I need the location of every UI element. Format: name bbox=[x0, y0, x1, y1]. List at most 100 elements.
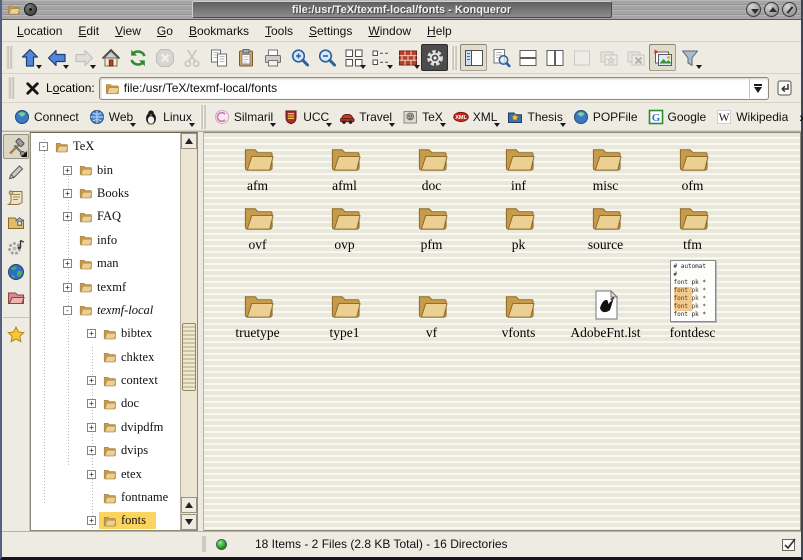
menu-bookmarks[interactable]: Bookmarks bbox=[182, 22, 256, 40]
menu-edit[interactable]: Edit bbox=[71, 22, 106, 40]
print-button[interactable] bbox=[259, 44, 286, 71]
bookmark-ucc[interactable]: UCC bbox=[278, 107, 334, 127]
file-item-doc[interactable]: doc bbox=[388, 137, 475, 196]
preview-images-button[interactable] bbox=[649, 44, 676, 71]
tree-expander-icon[interactable]: + bbox=[63, 166, 72, 175]
tree-expander-icon[interactable]: + bbox=[63, 259, 72, 268]
reload-button[interactable] bbox=[124, 44, 151, 71]
file-item-tfm[interactable]: tfm bbox=[649, 196, 736, 255]
bookmark-connect[interactable]: Connect bbox=[9, 107, 84, 127]
tree-item-doc[interactable]: +doc bbox=[31, 392, 180, 415]
zoom-in-button[interactable] bbox=[286, 44, 313, 71]
tree-item-chktex[interactable]: chktex bbox=[31, 346, 180, 369]
tree-item-tex[interactable]: -TeX bbox=[31, 135, 180, 158]
tree-item-bibtex[interactable]: +bibtex bbox=[31, 322, 180, 345]
location-dropdown-button[interactable] bbox=[749, 79, 766, 98]
file-item-misc[interactable]: misc bbox=[562, 137, 649, 196]
navigation-panel-button[interactable] bbox=[460, 44, 487, 71]
bookmark-xml[interactable]: XMLXML bbox=[448, 107, 503, 127]
tree-item-bin[interactable]: +bin bbox=[31, 158, 180, 181]
home-button[interactable] bbox=[97, 44, 124, 71]
menu-view[interactable]: View bbox=[108, 22, 148, 40]
tree-item-dvipdfm[interactable]: +dvipdfm bbox=[31, 416, 180, 439]
sidebar-tab-pencil[interactable] bbox=[3, 159, 29, 184]
find-file-button[interactable] bbox=[487, 44, 514, 71]
file-item-adobefnt.lst[interactable]: AdobeFnt.lst bbox=[562, 255, 649, 343]
tree-expander-icon[interactable]: + bbox=[87, 446, 96, 455]
tree-scrollbar[interactable] bbox=[180, 133, 197, 530]
file-item-vf[interactable]: vf bbox=[388, 255, 475, 343]
scroll-up-button-2[interactable] bbox=[181, 497, 197, 513]
scrollbar-thumb[interactable] bbox=[182, 323, 196, 391]
tree-expander-icon[interactable]: + bbox=[87, 329, 96, 338]
sidebar-tab-history-scroll[interactable] bbox=[3, 184, 29, 209]
sidebar-tab-home-folder[interactable] bbox=[3, 209, 29, 234]
statusbar-grip-icon[interactable] bbox=[781, 536, 797, 552]
tree-expander-icon[interactable]: + bbox=[63, 283, 72, 292]
file-item-ovp[interactable]: ovp bbox=[301, 196, 388, 255]
bookmark-thesis[interactable]: Thesis bbox=[502, 107, 567, 127]
sticky-pin-button[interactable] bbox=[24, 3, 37, 16]
minimize-button[interactable] bbox=[746, 2, 761, 17]
sidebar-tab-bookmarks-star[interactable] bbox=[3, 317, 29, 347]
bookmark-web[interactable]: Web bbox=[84, 107, 138, 127]
up-arrow-button[interactable] bbox=[16, 44, 43, 71]
scroll-up-button[interactable] bbox=[181, 133, 197, 149]
scroll-down-button[interactable] bbox=[181, 514, 197, 530]
tree-item-man[interactable]: +man bbox=[31, 252, 180, 275]
file-item-source[interactable]: source bbox=[562, 196, 649, 255]
tree-expander-icon[interactable]: + bbox=[63, 212, 72, 221]
list-view-button[interactable] bbox=[367, 44, 394, 71]
filter-button[interactable] bbox=[676, 44, 703, 71]
bookmark-silmaril[interactable]: Silmaril bbox=[209, 107, 278, 127]
tree-expander-icon[interactable]: + bbox=[87, 516, 96, 525]
tree-item-texmf[interactable]: +texmf bbox=[31, 275, 180, 298]
sidebar-tab-services[interactable] bbox=[3, 234, 29, 259]
tree-item-etex[interactable]: +etex bbox=[31, 462, 180, 485]
tree-item-context[interactable]: +context bbox=[31, 369, 180, 392]
tree-item-fonts[interactable]: +fonts bbox=[31, 509, 180, 530]
tree-expander-icon[interactable]: + bbox=[87, 470, 96, 479]
file-item-afml[interactable]: afml bbox=[301, 137, 388, 196]
tree-expander-icon[interactable]: + bbox=[87, 423, 96, 432]
location-value[interactable]: file:/usr/TeX/texmf-local/fonts bbox=[124, 81, 749, 95]
file-item-inf[interactable]: inf bbox=[475, 137, 562, 196]
menu-help[interactable]: Help bbox=[420, 22, 459, 40]
tree-expander-icon[interactable]: - bbox=[39, 142, 48, 151]
bookmark-popfile[interactable]: POPFile bbox=[568, 107, 643, 127]
maximize-button[interactable] bbox=[764, 2, 779, 17]
file-item-afm[interactable]: afm bbox=[214, 137, 301, 196]
menu-location[interactable]: Location bbox=[10, 22, 69, 40]
tree-item-fontname[interactable]: fontname bbox=[31, 486, 180, 509]
bookmark-wikipedia[interactable]: WWikipedia bbox=[711, 107, 793, 127]
tree-expander-icon[interactable]: + bbox=[87, 376, 96, 385]
file-item-ofm[interactable]: ofm bbox=[649, 137, 736, 196]
tree-item-texmf-local[interactable]: -texmf-local bbox=[31, 299, 180, 322]
multicolumn-view-button[interactable] bbox=[394, 44, 421, 71]
tree-expander-icon[interactable]: + bbox=[63, 189, 72, 198]
location-toolbar-grip[interactable] bbox=[8, 77, 15, 99]
tree-item-faq[interactable]: +FAQ bbox=[31, 205, 180, 228]
sidebar-tab-root-folder[interactable] bbox=[3, 284, 29, 309]
zoom-out-button[interactable] bbox=[313, 44, 340, 71]
tree-item-dvips[interactable]: +dvips bbox=[31, 439, 180, 462]
toolbar-grip[interactable] bbox=[6, 46, 13, 69]
file-item-pk[interactable]: pk bbox=[475, 196, 562, 255]
tree-expander-icon[interactable]: - bbox=[63, 306, 72, 315]
close-button[interactable] bbox=[782, 2, 797, 17]
file-item-type1[interactable]: type1 bbox=[301, 255, 388, 343]
clear-location-button[interactable] bbox=[22, 78, 42, 98]
gear-button[interactable] bbox=[421, 44, 448, 71]
back-arrow-button[interactable] bbox=[43, 44, 70, 71]
split-top-bottom-button[interactable] bbox=[514, 44, 541, 71]
split-left-right-button[interactable] bbox=[541, 44, 568, 71]
bookmark-travel[interactable]: Travel bbox=[334, 107, 397, 127]
file-item-vfonts[interactable]: vfonts bbox=[475, 255, 562, 343]
menu-go[interactable]: Go bbox=[150, 22, 180, 40]
tree-expander-icon[interactable]: + bbox=[87, 399, 96, 408]
file-item-fontdesc[interactable]: # automat#font pk *font pk *font pk *fon… bbox=[649, 255, 736, 343]
sidebar-tab-network-globe[interactable] bbox=[3, 259, 29, 284]
menu-tools[interactable]: Tools bbox=[258, 22, 300, 40]
menu-settings[interactable]: Settings bbox=[302, 22, 359, 40]
menu-window[interactable]: Window bbox=[361, 22, 418, 40]
